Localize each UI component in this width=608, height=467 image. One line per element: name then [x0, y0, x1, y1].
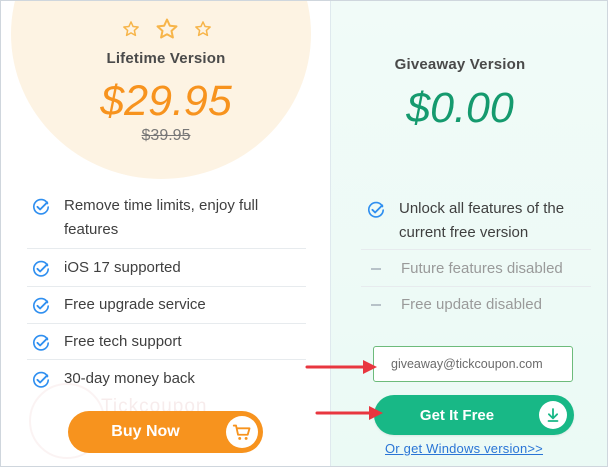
lifetime-old-price: $39.95 — [141, 127, 191, 144]
giveaway-email-field[interactable]: giveaway@tickcoupon.com — [373, 346, 573, 382]
lifetime-panel: Lifetime Version $29.95 $39.95 Remove ti… — [1, 1, 330, 466]
check-circle-icon — [33, 260, 50, 277]
cart-icon — [226, 416, 258, 448]
star-icon — [123, 21, 139, 37]
download-icon — [539, 401, 567, 429]
feature-text: Future features disabled — [401, 260, 563, 277]
feature-divider — [27, 286, 306, 287]
red-arrow-icon — [305, 360, 377, 374]
giveaway-price: $0.00 — [406, 84, 514, 132]
feature-text: Free update disabled — [401, 296, 542, 313]
panel-divider — [330, 1, 331, 466]
feature-divider — [27, 248, 306, 249]
giveaway-feature-item: Free update disabled — [371, 293, 596, 317]
feature-divider — [361, 286, 591, 287]
lifetime-title: Lifetime Version — [106, 50, 226, 67]
feature-text: Remove time limits, enjoy full features — [64, 197, 259, 238]
pricing-frame: Lifetime Version $29.95 $39.95 Remove ti… — [0, 0, 608, 467]
dash-icon — [371, 268, 381, 270]
feature-divider — [27, 323, 306, 324]
feature-item: Free upgrade service — [32, 293, 307, 317]
giveaway-feature-item: Unlock all features of the current free … — [367, 197, 592, 245]
check-circle-icon — [33, 334, 50, 351]
lifetime-price: $29.95 — [100, 77, 232, 125]
giveaway-title: Giveaway Version — [394, 56, 526, 73]
buy-now-button[interactable]: Buy Now — [68, 411, 263, 453]
check-circle-icon — [33, 297, 50, 314]
feature-divider — [27, 359, 306, 360]
get-it-free-label: Get It Free — [419, 406, 495, 424]
feature-text: Free upgrade service — [64, 296, 206, 313]
check-circle-icon — [368, 201, 385, 218]
check-circle-icon — [33, 371, 50, 388]
feature-divider — [361, 249, 591, 250]
star-icon — [195, 21, 211, 37]
get-it-free-button[interactable]: Get It Free — [374, 395, 574, 435]
dash-icon — [371, 304, 381, 306]
feature-item: Free tech support — [32, 330, 307, 354]
check-circle-icon — [33, 198, 50, 215]
star-icon — [156, 18, 178, 39]
feature-text: Unlock all features of the current free … — [399, 200, 565, 241]
buy-now-label: Buy Now — [111, 423, 180, 440]
feature-item: Remove time limits, enjoy full features — [32, 194, 307, 242]
giveaway-feature-item: Future features disabled — [371, 257, 596, 281]
windows-version-link[interactable]: Or get Windows version>> — [385, 441, 543, 456]
feature-text: Free tech support — [64, 333, 182, 350]
rating-stars — [122, 17, 212, 41]
red-arrow-icon — [315, 406, 383, 420]
feature-item: iOS 17 supported — [32, 256, 307, 280]
feature-text: iOS 17 supported — [64, 259, 181, 276]
